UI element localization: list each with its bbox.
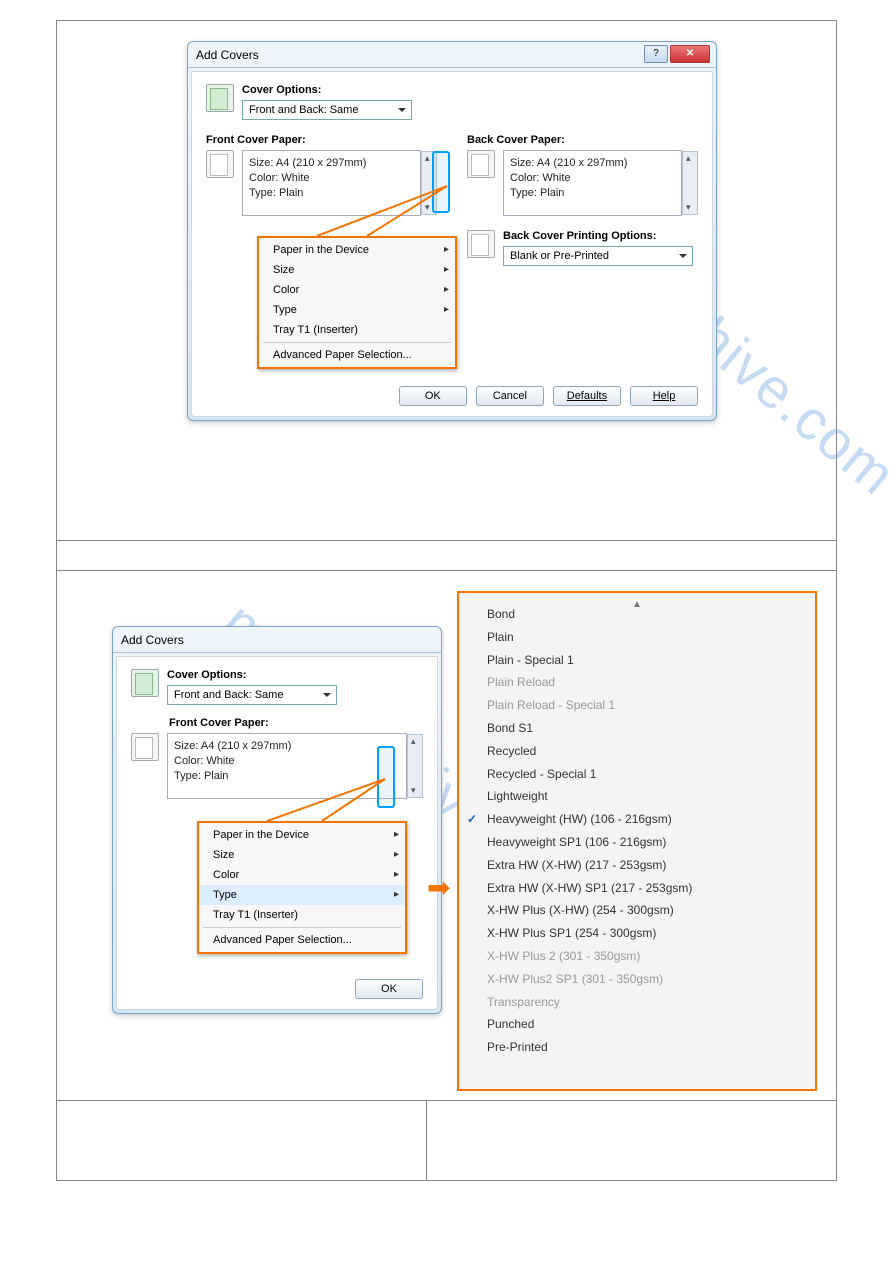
- type-option[interactable]: Bond: [487, 603, 807, 626]
- menu-advanced-paper[interactable]: Advanced Paper Selection...: [199, 930, 405, 950]
- paper-context-menu: Paper in the Device Size Color Type Tray…: [257, 236, 457, 369]
- cover-options-combo[interactable]: Front and Back: Same: [167, 685, 337, 705]
- titlebar: Add Covers ? ✕: [188, 42, 716, 68]
- type-option: X-HW Plus2 SP1 (301 - 350gsm): [487, 968, 807, 991]
- menu-color[interactable]: Color: [199, 865, 405, 885]
- menu-paper-in-device[interactable]: Paper in the Device: [199, 825, 405, 845]
- type-option: X-HW Plus 2 (301 - 350gsm): [487, 945, 807, 968]
- type-option[interactable]: Plain: [487, 626, 807, 649]
- paper-size: Size: A4 (210 x 297mm): [510, 156, 675, 171]
- ok-button[interactable]: OK: [399, 386, 467, 406]
- menu-type[interactable]: Type: [259, 300, 455, 320]
- dropdown-highlight: [432, 151, 450, 213]
- back-cover-printing-combo[interactable]: Blank or Pre-Printed: [503, 246, 693, 266]
- type-option[interactable]: X-HW Plus SP1 (254 - 300gsm): [487, 922, 807, 945]
- ok-button[interactable]: OK: [355, 979, 423, 999]
- type-option[interactable]: Bond S1: [487, 717, 807, 740]
- menu-tray-t1[interactable]: Tray T1 (Inserter): [259, 320, 455, 340]
- defaults-button[interactable]: Defaults: [553, 386, 621, 406]
- menu-paper-in-device[interactable]: Paper in the Device: [259, 240, 455, 260]
- menu-size[interactable]: Size: [259, 260, 455, 280]
- dialog-title: Add Covers: [196, 48, 259, 62]
- back-cover-paper-label: Back Cover Paper:: [467, 134, 698, 146]
- page-icon: [467, 230, 495, 258]
- scrollbar[interactable]: [682, 151, 698, 215]
- type-option: Plain Reload - Special 1: [487, 694, 807, 717]
- back-cover-printing-label: Back Cover Printing Options:: [503, 230, 698, 242]
- menu-tray-t1[interactable]: Tray T1 (Inserter): [199, 905, 405, 925]
- type-option[interactable]: X-HW Plus (X-HW) (254 - 300gsm): [487, 899, 807, 922]
- paper-color: Color: White: [174, 754, 400, 769]
- help-titlebar-button[interactable]: ?: [644, 45, 668, 63]
- paper-type: Type: Plain: [510, 186, 675, 201]
- type-option[interactable]: Pre-Printed: [487, 1036, 807, 1059]
- front-cover-paper-box[interactable]: Size: A4 (210 x 297mm) Color: White Type…: [167, 733, 407, 799]
- covers-icon: [206, 84, 234, 112]
- type-option[interactable]: Extra HW (X-HW) (217 - 253gsm): [487, 854, 807, 877]
- type-option: Transparency: [487, 991, 807, 1014]
- cover-options-label: Cover Options:: [167, 669, 423, 681]
- paper-type: Type: Plain: [174, 769, 400, 784]
- scrollbar[interactable]: [407, 734, 423, 798]
- front-cover-paper-label: Front Cover Paper:: [169, 717, 423, 729]
- dialog-title: Add Covers: [121, 633, 184, 647]
- paper-size: Size: A4 (210 x 297mm): [174, 739, 400, 754]
- paper-context-menu: Paper in the Device Size Color Type Tray…: [197, 821, 407, 954]
- type-option[interactable]: Recycled: [487, 740, 807, 763]
- type-option[interactable]: Punched: [487, 1013, 807, 1036]
- type-option[interactable]: Recycled - Special 1: [487, 763, 807, 786]
- close-button[interactable]: ✕: [670, 45, 710, 63]
- type-option[interactable]: Heavyweight SP1 (106 - 216gsm): [487, 831, 807, 854]
- titlebar: Add Covers: [113, 627, 441, 653]
- dropdown-highlight: [377, 746, 395, 808]
- page-icon: [206, 150, 234, 178]
- type-option[interactable]: Lightweight: [487, 785, 807, 808]
- paper-color: Color: White: [510, 171, 675, 186]
- front-cover-paper-label: Front Cover Paper:: [206, 134, 437, 146]
- back-cover-paper-box[interactable]: Size: A4 (210 x 297mm) Color: White Type…: [503, 150, 682, 216]
- menu-type[interactable]: Type: [199, 885, 405, 905]
- paper-type-submenu: ▲ BondPlainPlain - Special 1Plain Reload…: [457, 591, 817, 1091]
- cover-options-label: Cover Options:: [242, 84, 698, 96]
- help-button[interactable]: Help: [630, 386, 698, 406]
- type-option: Plain Reload: [487, 671, 807, 694]
- menu-size[interactable]: Size: [199, 845, 405, 865]
- menu-advanced-paper[interactable]: Advanced Paper Selection...: [259, 345, 455, 365]
- paper-size: Size: A4 (210 x 297mm): [249, 156, 414, 171]
- cover-options-combo[interactable]: Front and Back: Same: [242, 100, 412, 120]
- page-icon: [131, 733, 159, 761]
- type-option[interactable]: Extra HW (X-HW) SP1 (217 - 253gsm): [487, 877, 807, 900]
- paper-color: Color: White: [249, 171, 414, 186]
- paper-type: Type: Plain: [249, 186, 414, 201]
- type-option[interactable]: Heavyweight (HW) (106 - 216gsm): [487, 808, 807, 831]
- front-cover-paper-box[interactable]: Size: A4 (210 x 297mm) Color: White Type…: [242, 150, 421, 216]
- cancel-button[interactable]: Cancel: [476, 386, 544, 406]
- arrow-icon: ➡: [427, 871, 450, 904]
- menu-color[interactable]: Color: [259, 280, 455, 300]
- type-option[interactable]: Plain - Special 1: [487, 649, 807, 672]
- page-icon: [467, 150, 495, 178]
- add-covers-dialog-2: Add Covers Cover Options: Front and Back…: [112, 626, 442, 1014]
- covers-icon: [131, 669, 159, 697]
